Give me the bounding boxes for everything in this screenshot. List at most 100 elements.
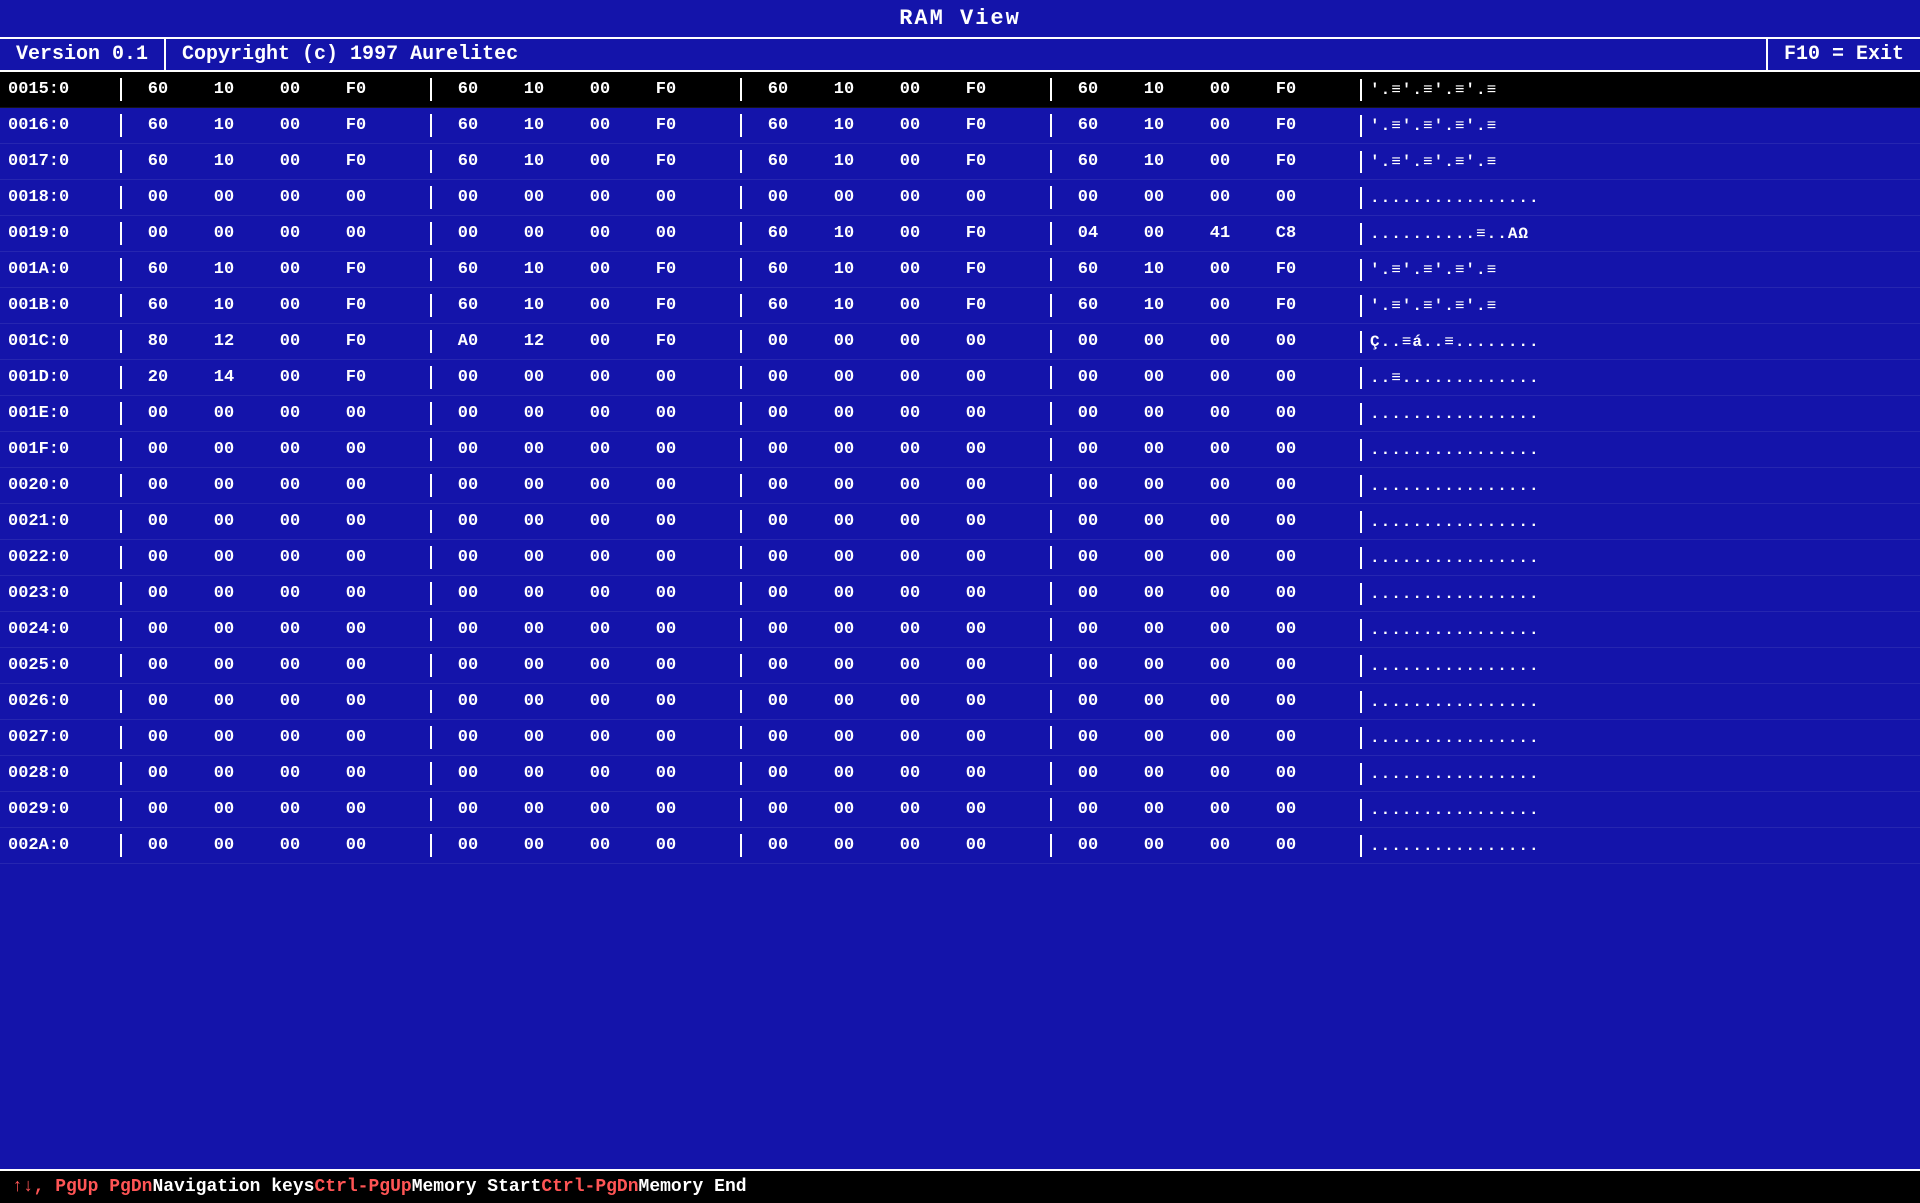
byte: 00 xyxy=(262,188,318,207)
byte: 00 xyxy=(1192,548,1248,567)
byte: 00 xyxy=(196,548,252,567)
byte: 60 xyxy=(750,116,806,135)
mem-col-2: 00 00 00 00 xyxy=(430,690,740,713)
byte: 00 xyxy=(262,440,318,459)
mem-col-4: 00 00 00 00 xyxy=(1050,510,1360,533)
mem-col-1: 00 00 00 00 xyxy=(120,798,430,821)
table-row: 0029:0 00 00 00 00 00 00 00 00 00 00 00 … xyxy=(0,792,1920,828)
byte: 00 xyxy=(328,656,384,675)
byte: 00 xyxy=(816,656,872,675)
table-row: 0018:0 00 00 00 00 00 00 00 00 00 00 00 … xyxy=(0,180,1920,216)
mem-address: 0028:0 xyxy=(0,762,120,785)
mem-col-2: 00 00 00 00 xyxy=(430,366,740,389)
byte: 00 xyxy=(1060,728,1116,747)
mem-col-2: 60 10 00 F0 xyxy=(430,78,740,101)
byte: 10 xyxy=(196,260,252,279)
byte: 00 xyxy=(1192,80,1248,99)
mem-col-2: 00 00 00 00 xyxy=(430,510,740,533)
byte: 00 xyxy=(130,224,186,243)
mem-col-1: 00 00 00 00 xyxy=(120,186,430,209)
byte: 80 xyxy=(130,332,186,351)
byte: 00 xyxy=(572,440,628,459)
table-row: 002A:0 00 00 00 00 00 00 00 00 00 00 00 … xyxy=(0,828,1920,864)
byte: 00 xyxy=(882,152,938,171)
byte: 00 xyxy=(816,368,872,387)
byte: F0 xyxy=(328,296,384,315)
byte: 00 xyxy=(262,368,318,387)
mem-col-4: 04 00 41 C8 xyxy=(1050,222,1360,245)
byte: 00 xyxy=(1126,728,1182,747)
byte: 20 xyxy=(130,368,186,387)
byte: 00 xyxy=(1192,800,1248,819)
byte: 60 xyxy=(440,80,496,99)
mem-ascii: ................ xyxy=(1360,799,1920,821)
mem-col-3: 60 10 00 F0 xyxy=(740,258,1050,281)
mem-col-4: 00 00 00 00 xyxy=(1050,474,1360,497)
ctrl-pgup-key: Ctrl-PgUp xyxy=(314,1177,411,1197)
mem-col-1: 00 00 00 00 xyxy=(120,690,430,713)
mem-col-4: 00 00 00 00 xyxy=(1050,366,1360,389)
byte: 00 xyxy=(440,656,496,675)
byte: 00 xyxy=(328,620,384,639)
mem-col-3: 00 00 00 00 xyxy=(740,618,1050,641)
byte: 00 xyxy=(638,404,694,423)
byte: 00 xyxy=(262,224,318,243)
byte: 04 xyxy=(1060,224,1116,243)
byte: 00 xyxy=(440,476,496,495)
byte: 00 xyxy=(882,440,938,459)
mem-col-2: 00 00 00 00 xyxy=(430,618,740,641)
byte: F0 xyxy=(638,80,694,99)
mem-col-1: 60 10 00 F0 xyxy=(120,150,430,173)
byte: 00 xyxy=(948,368,1004,387)
mem-address: 0026:0 xyxy=(0,690,120,713)
byte: 10 xyxy=(1126,260,1182,279)
byte: F0 xyxy=(328,116,384,135)
byte: 10 xyxy=(816,152,872,171)
byte: 00 xyxy=(328,548,384,567)
byte: 00 xyxy=(1126,332,1182,351)
byte: 00 xyxy=(572,512,628,531)
byte: 00 xyxy=(262,800,318,819)
byte: 10 xyxy=(506,296,562,315)
byte: 00 xyxy=(262,332,318,351)
byte: 10 xyxy=(196,296,252,315)
byte: 10 xyxy=(506,152,562,171)
mem-col-3: 60 10 00 F0 xyxy=(740,294,1050,317)
byte: 00 xyxy=(572,260,628,279)
byte: 00 xyxy=(440,764,496,783)
byte: 00 xyxy=(1126,692,1182,711)
mem-col-4: 00 00 00 00 xyxy=(1050,798,1360,821)
byte: A0 xyxy=(440,332,496,351)
byte: 10 xyxy=(506,80,562,99)
byte: 00 xyxy=(1060,584,1116,603)
byte: 00 xyxy=(638,764,694,783)
byte: 00 xyxy=(1060,332,1116,351)
byte: 60 xyxy=(130,260,186,279)
byte: 00 xyxy=(1126,836,1182,855)
byte: 00 xyxy=(1192,260,1248,279)
byte: 00 xyxy=(750,332,806,351)
table-row: 001C:0 80 12 00 F0 A0 12 00 F0 00 00 00 … xyxy=(0,324,1920,360)
byte: 00 xyxy=(196,404,252,423)
byte: 00 xyxy=(638,728,694,747)
byte: 00 xyxy=(572,80,628,99)
byte: 00 xyxy=(506,368,562,387)
byte: 10 xyxy=(1126,116,1182,135)
byte: 00 xyxy=(816,620,872,639)
byte: 00 xyxy=(882,656,938,675)
byte: 00 xyxy=(816,188,872,207)
table-row: 001B:0 60 10 00 F0 60 10 00 F0 60 10 00 … xyxy=(0,288,1920,324)
table-row: 001E:0 00 00 00 00 00 00 00 00 00 00 00 … xyxy=(0,396,1920,432)
byte: 00 xyxy=(506,476,562,495)
byte: 60 xyxy=(130,152,186,171)
byte: 00 xyxy=(328,584,384,603)
byte: 00 xyxy=(130,512,186,531)
byte: 60 xyxy=(130,116,186,135)
byte: 00 xyxy=(130,584,186,603)
table-row: 0024:0 00 00 00 00 00 00 00 00 00 00 00 … xyxy=(0,612,1920,648)
byte: 00 xyxy=(262,296,318,315)
mem-col-1: 80 12 00 F0 xyxy=(120,330,430,353)
title-bar: RAM View xyxy=(0,0,1920,37)
mem-ascii: ................ xyxy=(1360,583,1920,605)
byte: 00 xyxy=(638,224,694,243)
